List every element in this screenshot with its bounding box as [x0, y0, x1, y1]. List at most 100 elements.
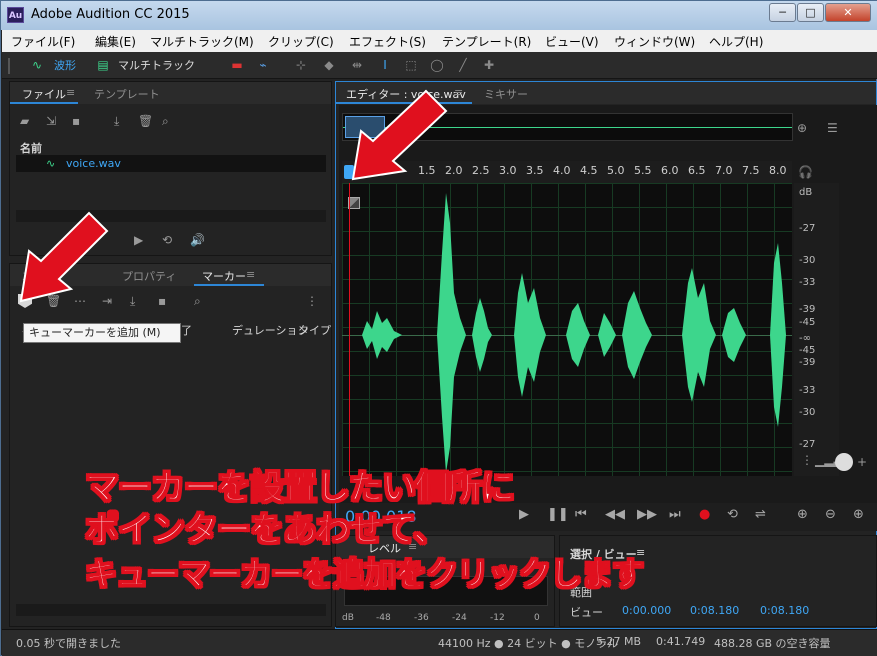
ruler-tick: 4.0 — [553, 164, 571, 177]
waveform-svg — [362, 193, 786, 473]
spectral-pitch-icon[interactable]: ⌁ — [254, 57, 272, 73]
menu-clip[interactable]: クリップ(C) — [268, 33, 334, 50]
ruler-tick: 5.5 — [634, 164, 652, 177]
menu-effects[interactable]: エフェクト(S) — [349, 33, 426, 50]
close-button[interactable]: ✕ — [825, 3, 871, 22]
overview-navigator[interactable] — [342, 113, 793, 141]
file-list-row[interactable]: ∿ voice.wav — [16, 155, 326, 172]
level-scale-label: -24 — [452, 613, 467, 623]
callout-line-1: マーカーを設置したい個所に — [84, 467, 515, 508]
tab-properties[interactable]: プロパティ — [122, 268, 176, 284]
menu-edit[interactable]: 編集(E) — [95, 33, 136, 50]
db-zoom-icon[interactable]: ⋮ — [801, 453, 813, 467]
menu-multitrack[interactable]: マルチトラック(M) — [150, 33, 254, 50]
delete-marker-icon[interactable]: 🗑 — [46, 294, 61, 308]
tab-effects[interactable]: エフ — [22, 268, 44, 284]
db-tick: -27 — [799, 223, 816, 234]
skip-selection-button[interactable]: ⇌ — [755, 507, 766, 522]
slip-tool-icon[interactable]: ⇹ — [348, 57, 366, 73]
menu-view[interactable]: ビュー(V) — [545, 33, 599, 50]
zoom-in-time-icon[interactable]: ⊕ — [853, 507, 864, 522]
maximize-button[interactable]: □ — [797, 3, 824, 22]
autoplay-icon[interactable]: 🔊 — [190, 233, 205, 247]
ruler-tick: 2.5 — [472, 164, 490, 177]
db-tick: -30 — [799, 255, 816, 266]
go-to-end-button[interactable]: ⏭ — [669, 507, 681, 522]
files-panel: ファイル ≡ テンプレート ▰ ⇲ ▪ ⤓ 🗑 ⌕ 名前 ∿ voice.wav… — [9, 81, 332, 256]
insert-icon[interactable]: ⤓ — [114, 114, 119, 128]
amplitude-readout: + — [857, 455, 868, 469]
tab-markers[interactable]: マーカー — [202, 268, 246, 284]
loop-icon[interactable]: ⟲ — [162, 233, 172, 247]
tab-highlight — [336, 102, 472, 104]
tab-menu-icon[interactable]: ≡ — [246, 268, 255, 281]
razor-tool-icon[interactable]: ◆ — [320, 57, 338, 73]
zoom-navigator-icon[interactable]: ⊕ — [797, 121, 807, 135]
zoom-in-amplitude-icon[interactable]: ⊕ — [797, 507, 808, 522]
horizontal-scrollbar[interactable] — [16, 604, 326, 616]
batch-process-icon[interactable]: ▪ — [158, 294, 166, 308]
delete-icon[interactable]: 🗑 — [138, 114, 153, 128]
brush-tool-icon[interactable]: ╱ — [454, 57, 472, 73]
insert-to-playlist-icon[interactable]: ⇥ — [102, 294, 112, 308]
tab-mixer[interactable]: ミキサー — [484, 86, 528, 102]
play-icon[interactable]: ▶ — [134, 233, 143, 247]
merge-markers-icon[interactable]: ⋯ — [74, 294, 86, 308]
go-to-start-button[interactable]: ⏮ — [575, 507, 587, 522]
open-folder-icon[interactable]: ▰ — [20, 114, 29, 128]
waveform-view-button[interactable]: 波形 — [54, 56, 76, 75]
zoom-out-amplitude-icon[interactable]: ⊖ — [825, 507, 836, 522]
db-tick: -45 — [799, 345, 816, 356]
headphones-icon[interactable]: 🎧 — [798, 165, 813, 179]
spectral-frequency-icon[interactable]: ▬ — [228, 57, 246, 73]
marquee-tool-icon[interactable]: ⬚ — [402, 57, 420, 73]
amplitude-knob[interactable] — [835, 453, 853, 471]
view-duration-value[interactable]: 0:08.180 — [760, 604, 809, 617]
pause-button[interactable]: ❚❚ — [547, 507, 569, 522]
db-tick: -27 — [799, 439, 816, 450]
view-end-value[interactable]: 0:08.180 — [690, 604, 739, 617]
tab-files[interactable]: ファイル — [22, 86, 66, 102]
level-scale-label: -12 — [490, 613, 505, 623]
horizontal-scrollbar[interactable] — [16, 210, 326, 222]
playhead-handle[interactable] — [344, 165, 354, 179]
overview-viewport[interactable] — [345, 116, 385, 138]
move-tool-icon[interactable]: ⊹ — [292, 57, 310, 73]
level-scale-label: dB — [342, 613, 354, 623]
menu-help[interactable]: ヘルプ(H) — [709, 33, 763, 50]
db-tick: -33 — [799, 277, 816, 288]
fast-forward-button[interactable]: ▶▶ — [637, 507, 657, 522]
navigator-menu-icon[interactable]: ☰ — [827, 121, 838, 135]
tab-editor[interactable]: エディター : voice.wav — [346, 86, 466, 102]
view-start-value[interactable]: 0:00.000 — [622, 604, 671, 617]
time-ruler[interactable]: 1.5 2.0 2.5 3.0 3.5 4.0 4.5 5.0 5.5 6.0 … — [342, 161, 792, 183]
tab-highlight — [10, 102, 78, 104]
new-file-icon[interactable]: ▪ — [72, 114, 80, 128]
time-selection-tool-icon[interactable]: I — [376, 57, 394, 73]
ruler-tick: 3.0 — [499, 164, 517, 177]
tab-menu-icon[interactable]: ≡ — [66, 86, 75, 99]
add-cue-marker-icon[interactable] — [18, 294, 32, 308]
tab-templates[interactable]: テンプレート — [94, 86, 160, 102]
db-tick: -39 — [799, 357, 816, 368]
playhead-line — [349, 183, 350, 476]
file-name: voice.wav — [66, 157, 121, 170]
lasso-tool-icon[interactable]: ◯ — [428, 57, 446, 73]
import-icon[interactable]: ⇲ — [46, 114, 56, 128]
search-icon[interactable]: ⌕ — [162, 114, 169, 128]
export-selection-icon[interactable]: ⤓ — [130, 294, 135, 308]
marker-search-icon[interactable]: ⌕ — [194, 294, 201, 308]
waveform-display[interactable] — [342, 183, 792, 476]
menu-window[interactable]: ウィンドウ(W) — [614, 33, 695, 50]
play-button[interactable]: ▶ — [519, 507, 529, 522]
menu-file[interactable]: ファイル(F) — [11, 33, 75, 50]
multitrack-view-button[interactable]: マルチトラック — [118, 56, 195, 75]
rewind-button[interactable]: ◀◀ — [605, 507, 625, 522]
record-button[interactable]: ● — [699, 507, 710, 522]
loop-playback-button[interactable]: ⟲ — [727, 507, 738, 522]
spot-healing-icon[interactable]: ✚ — [480, 57, 498, 73]
menu-template[interactable]: テンプレート(R) — [442, 33, 531, 50]
minimize-button[interactable]: ─ — [769, 3, 796, 22]
marker-options-icon[interactable]: ⋮ — [306, 294, 318, 308]
tab-menu-icon[interactable]: ≡ — [454, 86, 463, 99]
